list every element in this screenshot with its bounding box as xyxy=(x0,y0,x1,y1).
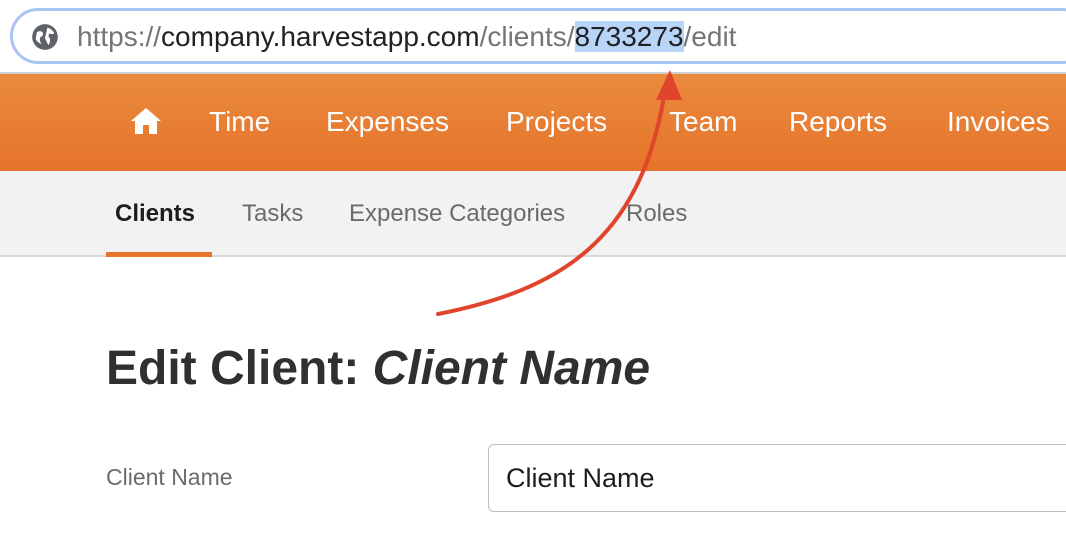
page-title-client-name: Client Name xyxy=(372,342,651,395)
page: https://company.harvestapp.com/clients/8… xyxy=(0,0,1066,536)
page-title: Edit Client: Client Name xyxy=(106,339,650,399)
globe-icon xyxy=(32,24,58,50)
nav-item-time[interactable]: Time xyxy=(209,102,270,142)
url-host: company.harvestapp.com xyxy=(161,21,480,52)
client-name-input[interactable] xyxy=(488,444,1066,512)
client-name-label: Client Name xyxy=(106,464,233,490)
sub-nav-item-tasks[interactable]: Tasks xyxy=(242,197,303,231)
page-title-prefix: Edit Client: xyxy=(106,342,373,395)
nav-item-reports[interactable]: Reports xyxy=(789,102,887,142)
url-prefix: https:// xyxy=(77,21,162,52)
url-path-before: /clients/ xyxy=(479,21,575,52)
url-text[interactable]: https://company.harvestapp.com/clients/8… xyxy=(77,18,736,56)
home-icon[interactable] xyxy=(130,107,162,135)
nav-item-team[interactable]: Team xyxy=(669,102,737,142)
sub-nav-item-expense-categories[interactable]: Expense Categories xyxy=(349,197,565,231)
url-selected-client-id: 8733273 xyxy=(574,21,684,52)
nav-item-invoices[interactable]: Invoices xyxy=(947,102,1050,142)
sub-nav-item-roles[interactable]: Roles xyxy=(626,197,687,231)
nav-item-expenses[interactable]: Expenses xyxy=(326,102,449,142)
active-tab-underline xyxy=(106,252,212,257)
nav-item-projects[interactable]: Projects xyxy=(506,102,607,142)
url-path-after: /edit xyxy=(683,21,737,52)
sub-nav-item-clients[interactable]: Clients xyxy=(115,197,195,231)
